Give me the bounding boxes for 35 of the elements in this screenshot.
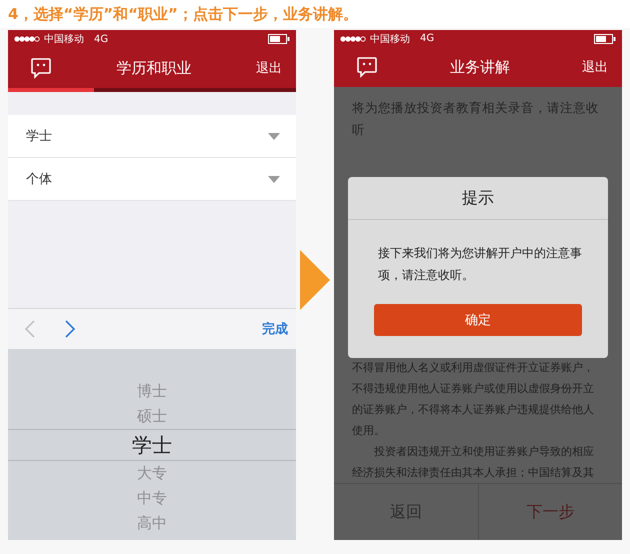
picker-option[interactable]: 大专 <box>8 461 296 486</box>
carrier-label: 中国移动 <box>370 32 410 46</box>
picker-option[interactable]: 高中 <box>8 511 296 536</box>
exit-link[interactable]: 退出 <box>256 59 282 77</box>
picker-option[interactable]: 硕士 <box>8 404 296 429</box>
arrow-icon <box>300 250 330 310</box>
exit-link[interactable]: 退出 <box>582 58 608 76</box>
picker-option[interactable]: 中专 <box>8 486 296 511</box>
caret-icon <box>268 176 280 182</box>
dialog-title: 提示 <box>348 177 608 220</box>
battery-icon <box>268 34 290 44</box>
picker-option[interactable]: 学士 <box>8 429 296 461</box>
network-label: 4G <box>420 33 434 44</box>
screen-title: 业务讲解 <box>449 58 511 77</box>
step-caption: 4，选择“学历”和“职业”；点击下一步，业务讲解。 <box>8 4 358 24</box>
select-field[interactable]: 个体 <box>8 158 296 201</box>
caret-icon <box>268 132 280 140</box>
screen-title: 学历和职业 <box>116 58 192 78</box>
network-label: 4G <box>94 34 108 44</box>
next-icon[interactable] <box>64 320 76 338</box>
intro-text: 将为您播放投资者教育相关录音，请注意收听 <box>352 99 600 139</box>
chat-icon[interactable] <box>356 56 378 78</box>
signal-icon <box>14 36 40 42</box>
confirm-button[interactable]: 确定 <box>374 304 582 336</box>
select-field[interactable]: 学士 <box>8 115 296 158</box>
notice-paragraph: 投资者因违规开立和使用证券账户导致的相应经济损失和法律责任由其本人承担；中国结算及其 <box>352 444 595 481</box>
picker-option[interactable]: 博士 <box>8 379 296 404</box>
carrier-label: 中国移动 <box>44 32 84 46</box>
picker-wheel[interactable]: 博士 硕士 学士 大专 中专 高中 <box>8 349 296 540</box>
notice-paragraph: 不得冒用他人名义或利用虚假证件开立证券账户，不得违规使用他人证券账户或使用以虚假身份开立的证券账户，不得将本人证券账户违规提供给他人使用。 <box>352 360 595 439</box>
signal-icon <box>340 36 366 42</box>
chat-icon[interactable] <box>30 57 52 79</box>
battery-icon <box>594 34 616 44</box>
done-button[interactable]: 完成 <box>262 320 288 338</box>
dialog-message: 接下来我们将为您讲解开户中的注意事项，请注意收听。 <box>377 245 583 284</box>
